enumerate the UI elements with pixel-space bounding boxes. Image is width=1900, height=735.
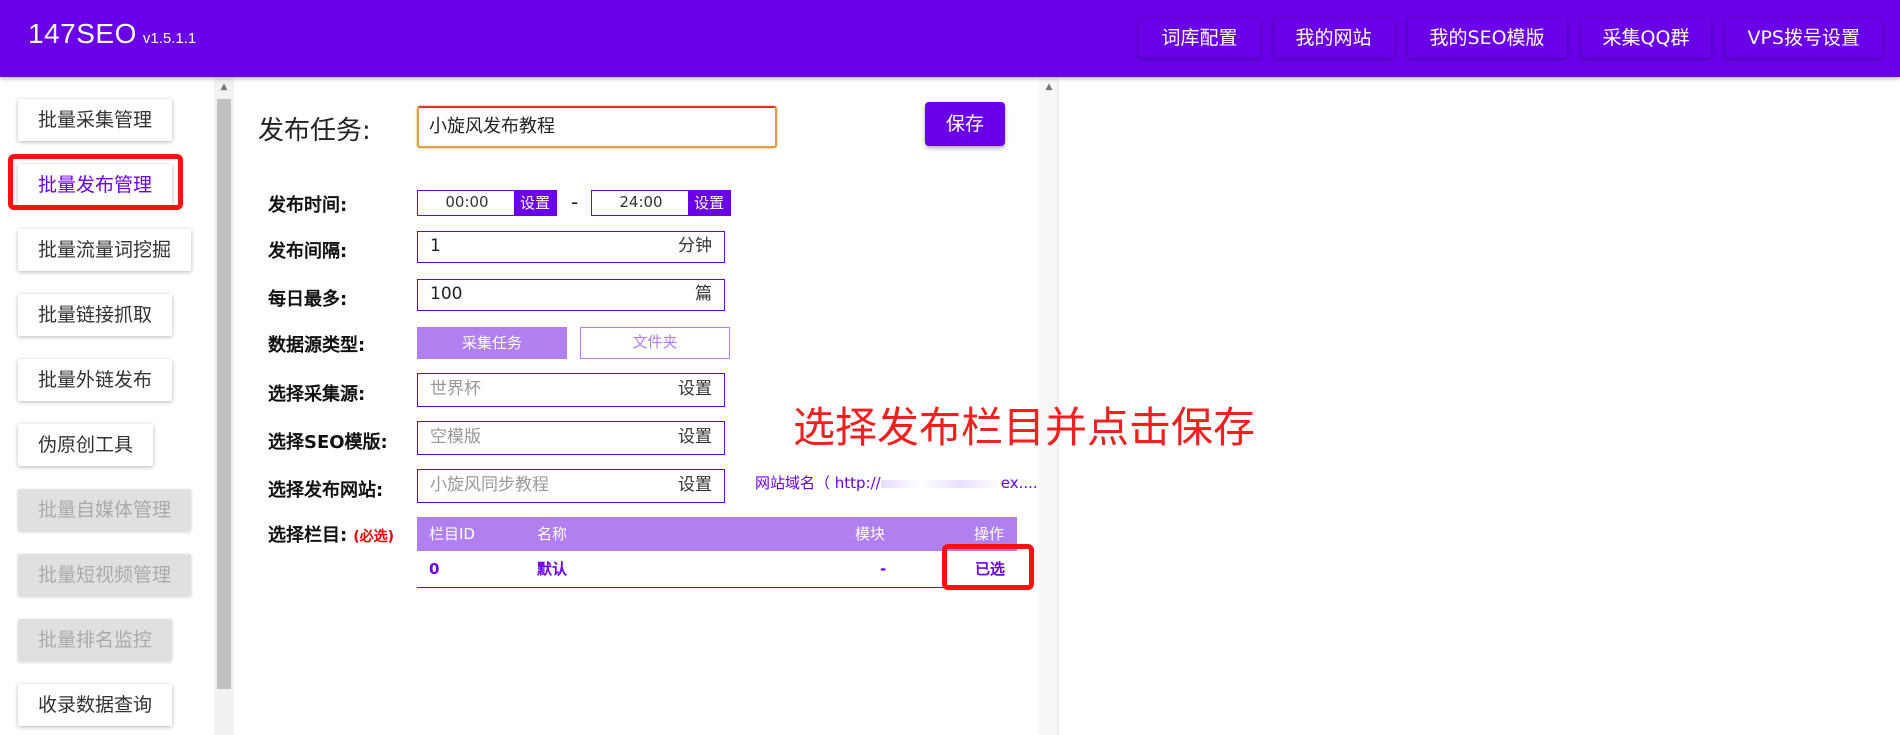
daily-max-unit: 篇 [695,284,712,304]
end-time-field[interactable]: 24:00 设置 [591,190,731,216]
site-domain-prefix: 网站域名（ http:// [755,474,881,492]
daily-max-input[interactable]: 100 篇 [417,279,725,311]
sidebar-item-batch-collect[interactable]: 批量采集管理 [18,99,173,141]
row-name: 默认 [537,560,568,578]
sidebar-scrollbar[interactable]: ▲ [214,77,234,735]
column-label-text: 选择栏目: [268,525,348,546]
interval-label: 发布间隔: [268,241,348,262]
column-required-mark: (必选) [353,529,394,545]
app-version: v1.5.1.1 [142,30,197,47]
columns-table: 栏目ID 名称 模块 操作 0 默认 - 已选 [417,517,1017,588]
sidebar-item-self-media: 批量自媒体管理 [18,489,192,531]
sidebar-item-batch-publish[interactable]: 批量发布管理 [18,164,173,206]
interval-input[interactable]: 1 分钟 [417,231,725,263]
row-id: 0 [429,560,440,578]
nav-my-seo-templates[interactable]: 我的SEO模版 [1407,18,1567,58]
col-header-name: 名称 [537,525,568,543]
nav-my-sites[interactable]: 我的网站 [1273,18,1394,58]
daily-max-label: 每日最多: [268,289,348,310]
seo-template-set-button[interactable]: 设置 [678,422,712,453]
columns-table-header: 栏目ID 名称 模块 操作 [417,517,1017,551]
start-time-field[interactable]: 00:00 设置 [417,190,557,216]
collect-source-value: 世界杯 [430,379,481,399]
row-selected-button[interactable]: 已选 [975,551,1005,587]
nav-vps-dial-settings[interactable]: VPS拨号设置 [1725,18,1882,58]
column-label: 选择栏目: (必选) [268,521,394,547]
page-title: 发布任务: [258,116,371,146]
col-header-module: 模块 [855,525,886,543]
brand-name: 147SEO [28,18,137,49]
scroll-up-arrow-icon[interactable]: ▲ [214,79,234,95]
sidebar-item-index-query[interactable]: 收录数据查询 [18,684,173,726]
task-name-input[interactable]: 小旋风发布教程 [417,106,777,148]
col-header-id: 栏目ID [429,525,475,543]
sidebar-item-short-video: 批量短视频管理 [18,554,192,596]
col-header-action: 操作 [974,525,1005,543]
nav-qq-group[interactable]: 采集QQ群 [1580,18,1712,58]
site-domain-redacted [880,479,1001,488]
nav-keyword-config[interactable]: 词库配置 [1139,18,1260,58]
brand-logo: 147SEO v1.5.1.1 [28,18,196,50]
collect-source-set-button[interactable]: 设置 [678,374,712,405]
publish-time-label: 发布时间: [268,195,348,216]
daily-max-value: 100 [430,284,463,304]
save-button[interactable]: 保存 [925,102,1005,146]
sidebar-item-link-crawl[interactable]: 批量链接抓取 [18,294,173,336]
sidebar-item-rank-monitor: 批量排名监控 [18,619,173,661]
seo-template-field[interactable]: 空模版 设置 [417,421,725,455]
sidebar-item-traffic-keywords[interactable]: 批量流量词挖掘 [18,229,192,271]
seo-template-label: 选择SEO模版: [268,432,388,453]
seo-template-value: 空模版 [430,427,481,447]
time-range-dash: - [571,190,579,214]
interval-value: 1 [430,236,441,256]
source-type-label: 数据源类型: [268,335,366,356]
sidebar-scroll-thumb[interactable] [217,99,231,689]
site-domain-text: 网站域名（ http:// ex.... [755,472,1038,493]
main-scroll-up-arrow-icon[interactable]: ▲ [1039,79,1059,95]
publish-site-field[interactable]: 小旋风同步教程 设置 [417,469,725,503]
end-time-value: 24:00 [619,193,663,211]
publish-site-value: 小旋风同步教程 [430,475,549,495]
sidebar-item-pseudo-original[interactable]: 伪原创工具 [18,424,154,466]
top-nav: 词库配置 我的网站 我的SEO模版 采集QQ群 VPS拨号设置 [1139,18,1882,58]
start-time-value: 00:00 [445,193,489,211]
collect-source-label: 选择采集源: [268,384,366,405]
sidebar-item-backlink-publish[interactable]: 批量外链发布 [18,359,173,401]
end-time-set-button[interactable]: 设置 [688,190,730,216]
site-domain-suffix: ex.... [1000,474,1038,492]
publish-site-set-button[interactable]: 设置 [678,470,712,501]
table-row[interactable]: 0 默认 - 已选 [417,551,1017,588]
sidebar: 批量采集管理 批量发布管理 批量流量词挖掘 批量链接抓取 批量外链发布 伪原创工… [0,77,212,735]
row-module: - [880,560,887,578]
source-type-folder[interactable]: 文件夹 [580,327,730,359]
instruction-annotation: 选择发布栏目并点击保存 [793,403,1256,452]
source-type-collect-task[interactable]: 采集任务 [417,327,567,359]
publish-site-label: 选择发布网站: [268,480,384,501]
start-time-set-button[interactable]: 设置 [514,190,556,216]
top-header: 147SEO v1.5.1.1 词库配置 我的网站 我的SEO模版 采集QQ群 V… [0,0,1900,77]
collect-source-field[interactable]: 世界杯 设置 [417,373,725,407]
interval-unit: 分钟 [678,236,712,256]
